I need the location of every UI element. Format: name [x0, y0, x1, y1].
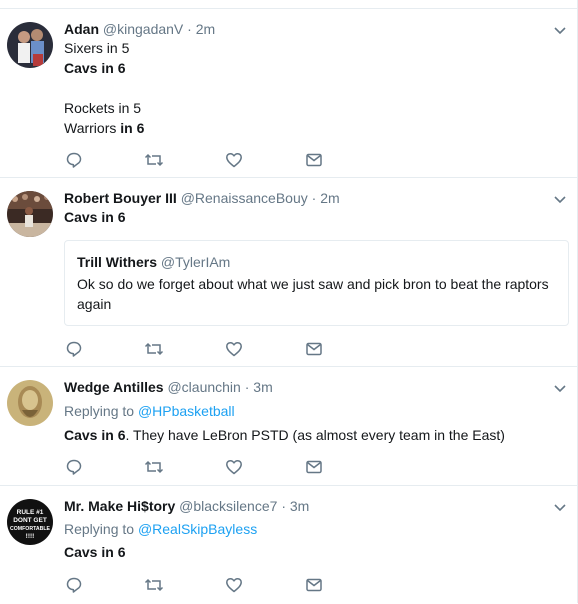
direct-message-icon[interactable]	[304, 457, 324, 477]
tweet-text-line: Warriors in 6	[64, 118, 144, 138]
quoted-tweet-header: Trill Withers @TylerIAm	[77, 253, 230, 271]
separator-dot: ·	[281, 498, 286, 514]
avatar[interactable]	[7, 191, 53, 237]
quoted-text-line: Ok so do we forget about what we just sa…	[77, 276, 549, 292]
retweet-icon[interactable]	[144, 150, 164, 170]
chevron-down-icon[interactable]	[553, 500, 567, 514]
quoted-tweet[interactable]: Trill Withers @TylerIAm Ok so do we forg…	[64, 240, 569, 326]
avatar-text-line: !!!!	[26, 533, 35, 540]
quoted-text-line: again	[77, 296, 112, 312]
reply-icon[interactable]	[64, 575, 84, 595]
quoted-tweet-text: Ok so do we forget about what we just sa…	[77, 274, 549, 314]
retweet-icon[interactable]	[144, 457, 164, 477]
reply-icon[interactable]	[64, 150, 84, 170]
display-name[interactable]: Robert Bouyer III	[64, 190, 177, 206]
text-span: Sixers in 5	[64, 40, 130, 56]
tweet-text-line: Sixers in 5	[64, 38, 129, 58]
timeline: Adan @kingadanV · 2m Sixers in 5 Cavs in…	[0, 0, 578, 603]
replying-to: Replying to @HPbasketball	[64, 401, 235, 421]
retweet-icon[interactable]	[144, 339, 164, 359]
quoted-user-handle: @TylerIAm	[160, 254, 231, 270]
chevron-down-icon[interactable]	[553, 23, 567, 37]
like-icon[interactable]	[224, 575, 244, 595]
avatar-text-line: RULE #1	[17, 509, 44, 516]
text-span: Rockets in 5	[64, 100, 142, 116]
user-handle[interactable]: @blacksilence7	[179, 498, 277, 514]
timestamp[interactable]: 2m	[196, 21, 215, 37]
text-span: Cavs in 6	[64, 60, 126, 76]
display-name[interactable]: Mr. Make Hi$tory	[64, 498, 175, 514]
direct-message-icon[interactable]	[304, 150, 324, 170]
tweet[interactable]: Robert Bouyer III @RenaissanceBouy · 2m …	[0, 177, 577, 367]
tweet-text-line: Cavs in 6. They have LeBron PSTD (as alm…	[64, 425, 505, 445]
tweet[interactable]: Wedge Antilles @claunchin · 3m Replying …	[0, 366, 577, 486]
quoted-display-name: Trill Withers	[77, 254, 158, 270]
tweet-header: Adan @kingadanV · 2m	[64, 20, 215, 38]
timestamp[interactable]: 2m	[320, 190, 339, 206]
display-name[interactable]: Wedge Antilles	[64, 379, 164, 395]
reply-icon[interactable]	[64, 339, 84, 359]
tweet-text-line: Cavs in 6	[64, 58, 125, 78]
direct-message-icon[interactable]	[304, 339, 324, 359]
tweet-text-line: Cavs in 6	[64, 207, 125, 227]
chevron-down-icon[interactable]	[553, 381, 567, 395]
retweet-icon[interactable]	[144, 575, 164, 595]
replying-prefix: Replying to	[64, 521, 138, 537]
display-name[interactable]: Adan	[64, 21, 99, 37]
tweet-text-line: Cavs in 6	[64, 542, 125, 562]
text-span: . They have LeBron PSTD (as almost every…	[125, 427, 505, 443]
avatar[interactable]	[7, 380, 53, 426]
separator-dot: ·	[187, 21, 192, 37]
user-handle[interactable]: @claunchin	[167, 379, 240, 395]
replying-to-link[interactable]: @HPbasketball	[138, 403, 235, 419]
avatar[interactable]	[7, 22, 53, 68]
text-span: Warriors	[64, 120, 121, 136]
user-handle[interactable]: @kingadanV	[103, 21, 183, 37]
avatar[interactable]: RULE #1 DONT GET COMFORTABLE !!!!	[7, 499, 53, 545]
replying-prefix: Replying to	[64, 403, 138, 419]
replying-to-link[interactable]: @RealSkipBayless	[138, 521, 257, 537]
tweet[interactable]: Adan @kingadanV · 2m Sixers in 5 Cavs in…	[0, 8, 577, 178]
separator-dot: ·	[244, 379, 250, 395]
tweet-text-line: Rockets in 5	[64, 98, 141, 118]
timestamp[interactable]: 3m	[253, 379, 272, 395]
text-span: Cavs in 6	[64, 209, 126, 225]
user-handle[interactable]: @RenaissanceBouy	[181, 190, 308, 206]
text-span: Cavs in 6	[64, 544, 126, 560]
tweet-header: Robert Bouyer III @RenaissanceBouy · 2m	[64, 189, 340, 207]
tweet-header: Wedge Antilles @claunchin · 3m	[64, 378, 273, 396]
like-icon[interactable]	[224, 457, 244, 477]
avatar-text-line: DONT GET	[13, 517, 47, 524]
text-span-bold: in 6	[120, 120, 145, 136]
tweet-header: Mr. Make Hi$tory @blacksilence7 · 3m	[64, 497, 309, 515]
like-icon[interactable]	[224, 339, 244, 359]
replying-to: Replying to @RealSkipBayless	[64, 519, 257, 539]
timestamp[interactable]: 3m	[290, 498, 309, 514]
like-icon[interactable]	[224, 150, 244, 170]
avatar-text-line: COMFORTABLE	[10, 526, 50, 532]
reply-icon[interactable]	[64, 457, 84, 477]
chevron-down-icon[interactable]	[553, 192, 567, 206]
text-span-bold: Cavs in 6	[64, 427, 126, 443]
tweet[interactable]: RULE #1 DONT GET COMFORTABLE !!!! Mr. Ma…	[0, 485, 577, 604]
separator-dot: ·	[311, 190, 317, 206]
direct-message-icon[interactable]	[304, 575, 324, 595]
